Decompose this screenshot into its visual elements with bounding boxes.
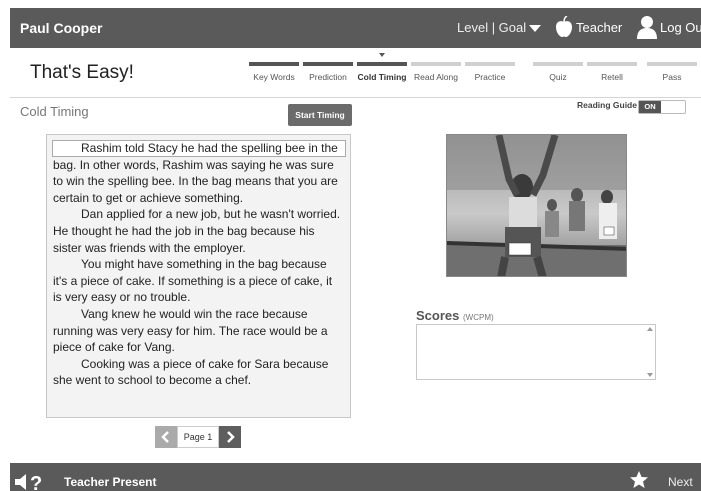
next-button[interactable]: Next [668, 475, 693, 489]
step-practice[interactable]: Practice [464, 58, 516, 88]
current-step-pointer-icon [379, 53, 385, 57]
apple-icon [556, 15, 572, 37]
lesson-header: That's Easy! Key Words Prediction Cold T… [10, 48, 701, 98]
step-retell[interactable]: Retell [586, 58, 638, 88]
passage-paragraph: You might have something in the bag beca… [53, 257, 333, 305]
scores-unit: (WCPM) [463, 313, 494, 322]
passage-paragraph: Rashim told Stacy he had the spelling be… [53, 141, 338, 205]
scores-scrollbar[interactable] [647, 327, 653, 377]
chevron-left-icon [161, 431, 169, 443]
teacher-present-label: Teacher Present [64, 475, 157, 489]
teacher-label: Teacher [576, 19, 623, 35]
reading-guide-label: Reading Guide [577, 100, 637, 110]
reading-passage: Rashim told Stacy he had the spelling be… [46, 134, 351, 418]
step-pass[interactable]: Pass [646, 58, 698, 88]
runner-photo-illustration [447, 135, 626, 276]
chevron-right-icon [227, 431, 235, 443]
next-page-button[interactable] [219, 426, 241, 448]
speaker-question-icon: ? [15, 473, 42, 491]
scroll-up-icon[interactable] [647, 327, 653, 331]
top-bar: Paul Cooper Level | Goal Teacher Log Out [10, 8, 701, 48]
step-cold-timing[interactable]: Cold Timing [356, 53, 408, 88]
user-icon [637, 16, 657, 39]
star-button[interactable] [629, 470, 649, 491]
step-key-words[interactable]: Key Words [248, 58, 300, 88]
lesson-title: That's Easy! [30, 62, 134, 83]
logout-label: Log Out [660, 19, 701, 35]
page-indicator: Page 1 [177, 426, 219, 448]
teacher-button[interactable]: Teacher [555, 15, 623, 38]
caret-down-icon [529, 25, 542, 33]
logout-button[interactable]: Log Out [637, 15, 701, 39]
star-icon [630, 471, 648, 488]
level-goal-dropdown[interactable]: Level | Goal [457, 20, 542, 35]
passage-paragraph: Cooking was a piece of cake for Sara bec… [53, 356, 329, 388]
audio-help-button[interactable]: ? [14, 471, 50, 491]
passage-paragraph: Dan applied for a new job, but he wasn't… [53, 207, 341, 255]
scores-heading: Scores (WCPM) [416, 308, 494, 323]
scroll-down-icon[interactable] [647, 373, 653, 377]
app-frame: Paul Cooper Level | Goal Teacher Log Ou t… [10, 8, 701, 491]
toggle-state: ON [639, 101, 661, 113]
svg-text:?: ? [30, 473, 42, 491]
scores-box[interactable] [416, 324, 656, 380]
level-goal-label: Level | Goal [457, 20, 527, 35]
section-title: Cold Timing [20, 104, 89, 119]
start-timing-button[interactable]: Start Timing [288, 104, 352, 126]
reading-guide-toggle[interactable]: ON [638, 100, 686, 114]
prev-page-button[interactable] [155, 426, 177, 448]
scores-title: Scores [416, 308, 460, 323]
passage-paragraph: Vang knew he would win the race because … [53, 306, 328, 355]
step-quiz[interactable]: Quiz [532, 58, 584, 88]
user-name: Paul Cooper [20, 20, 103, 36]
step-prediction[interactable]: Prediction [302, 58, 354, 88]
story-photo [446, 134, 627, 277]
bottom-bar: ? Teacher Present Next [10, 463, 701, 491]
step-read-along[interactable]: Read Along [410, 58, 462, 88]
